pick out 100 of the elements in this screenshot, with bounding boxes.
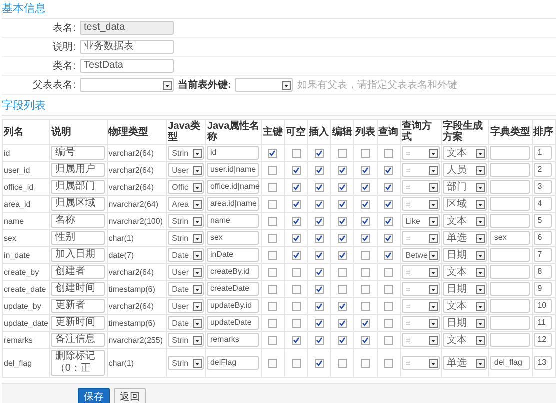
checkbox[interactable] xyxy=(314,166,324,175)
input-field[interactable]: 11 xyxy=(534,316,552,330)
checkbox[interactable] xyxy=(268,284,278,294)
input-field[interactable]: 性别 xyxy=(51,231,106,245)
checkbox[interactable] xyxy=(384,358,394,368)
checkbox[interactable] xyxy=(361,302,370,311)
checkbox[interactable] xyxy=(384,182,394,192)
checkbox[interactable] xyxy=(384,166,394,175)
dropdown-field[interactable]: User xyxy=(168,163,204,177)
dropdown-field[interactable] xyxy=(80,78,174,92)
checkbox[interactable] xyxy=(292,200,301,209)
checkbox[interactable] xyxy=(384,234,394,243)
dropdown-field[interactable]: 日期 xyxy=(443,316,488,330)
dropdown-field[interactable]: Strin xyxy=(168,214,204,228)
checkbox[interactable] xyxy=(384,336,394,345)
input-field[interactable] xyxy=(490,299,530,313)
checkbox[interactable] xyxy=(361,166,370,175)
input-field[interactable]: name xyxy=(207,214,260,228)
checkbox[interactable] xyxy=(338,284,347,294)
checkbox[interactable] xyxy=(268,318,278,328)
checkbox[interactable] xyxy=(338,268,347,277)
input-field[interactable]: TestData xyxy=(80,59,174,73)
checkbox[interactable] xyxy=(338,318,347,328)
checkbox[interactable] xyxy=(268,148,278,158)
dropdown-field[interactable]: 文本 xyxy=(443,265,488,279)
checkbox[interactable] xyxy=(384,216,394,226)
checkbox[interactable] xyxy=(338,358,347,368)
checkbox[interactable] xyxy=(338,336,347,345)
checkbox[interactable] xyxy=(361,234,370,243)
dropdown-field[interactable]: 文本 xyxy=(443,146,488,160)
dropdown-field[interactable]: = xyxy=(402,356,440,370)
dropdown-field[interactable]: 文本 xyxy=(443,214,488,228)
input-field[interactable]: createBy.id xyxy=(207,265,260,279)
input-field[interactable]: delFlag xyxy=(207,356,260,370)
checkbox[interactable] xyxy=(314,268,324,277)
dropdown-field[interactable]: Date xyxy=(168,316,204,330)
save-button[interactable]: 保存 xyxy=(78,388,110,403)
checkbox[interactable] xyxy=(314,302,324,311)
checkbox[interactable] xyxy=(361,358,370,368)
checkbox[interactable] xyxy=(268,336,278,345)
input-field[interactable] xyxy=(490,146,530,160)
checkbox[interactable] xyxy=(338,166,347,175)
input-field[interactable]: 10 xyxy=(534,299,552,313)
dropdown-field[interactable]: 单选 xyxy=(443,231,488,245)
dropdown-field[interactable] xyxy=(235,78,294,92)
dropdown-field[interactable]: = xyxy=(402,333,440,347)
input-field[interactable]: 创建时间 xyxy=(51,282,106,296)
dropdown-field[interactable]: 文本 xyxy=(443,333,488,347)
input-field[interactable]: 编号 xyxy=(51,146,106,160)
input-field[interactable]: 12 xyxy=(534,333,552,347)
checkbox[interactable] xyxy=(292,234,301,243)
dropdown-field[interactable]: 文本 xyxy=(443,299,488,313)
checkbox[interactable] xyxy=(314,336,324,345)
checkbox[interactable] xyxy=(292,358,301,368)
checkbox[interactable] xyxy=(338,182,347,192)
input-field[interactable]: 6 xyxy=(534,231,552,245)
dropdown-field[interactable]: Date xyxy=(168,282,204,296)
checkbox[interactable] xyxy=(292,268,301,277)
input-field[interactable]: 1 xyxy=(534,146,552,160)
dropdown-field[interactable]: Like xyxy=(402,214,440,228)
input-field[interactable]: createDate xyxy=(207,282,260,296)
checkbox[interactable] xyxy=(292,166,301,175)
dropdown-field[interactable]: = xyxy=(402,146,440,160)
input-field[interactable]: updateBy.id xyxy=(207,299,260,313)
dropdown-field[interactable]: = xyxy=(402,265,440,279)
dropdown-field[interactable]: 单选 xyxy=(443,356,488,370)
input-field[interactable]: 名称 xyxy=(51,214,106,228)
checkbox[interactable] xyxy=(384,284,394,294)
input-field[interactable] xyxy=(490,163,530,177)
input-field[interactable]: 更新时间 xyxy=(51,316,106,330)
checkbox[interactable] xyxy=(338,302,347,311)
checkbox[interactable] xyxy=(268,216,278,226)
input-field[interactable]: 归属用户 xyxy=(51,163,106,177)
dropdown-field[interactable]: = xyxy=(402,180,440,194)
checkbox[interactable] xyxy=(268,182,278,192)
dropdown-field[interactable]: Area xyxy=(168,197,204,211)
checkbox[interactable] xyxy=(314,318,324,328)
checkbox[interactable] xyxy=(292,284,301,294)
checkbox[interactable] xyxy=(384,318,394,328)
checkbox[interactable] xyxy=(314,284,324,294)
input-field[interactable] xyxy=(490,282,530,296)
checkbox[interactable] xyxy=(361,182,370,192)
checkbox[interactable] xyxy=(361,250,370,260)
checkbox[interactable] xyxy=(314,182,324,192)
checkbox[interactable] xyxy=(384,302,394,311)
dropdown-field[interactable]: 人员 xyxy=(443,163,488,177)
checkbox[interactable] xyxy=(314,200,324,209)
input-field[interactable] xyxy=(490,265,530,279)
input-field[interactable]: 5 xyxy=(534,214,552,228)
dropdown-field[interactable]: Strin xyxy=(168,333,204,347)
checkbox[interactable] xyxy=(268,250,278,260)
input-field[interactable] xyxy=(490,248,530,262)
input-field[interactable]: 9 xyxy=(534,282,552,296)
dropdown-field[interactable]: Date xyxy=(168,248,204,262)
checkbox[interactable] xyxy=(361,318,370,328)
input-field[interactable]: sex xyxy=(207,231,260,245)
input-field[interactable]: 归属区域 xyxy=(51,197,106,211)
dropdown-field[interactable]: = xyxy=(402,197,440,211)
checkbox[interactable] xyxy=(292,250,301,260)
checkbox[interactable] xyxy=(268,268,278,277)
